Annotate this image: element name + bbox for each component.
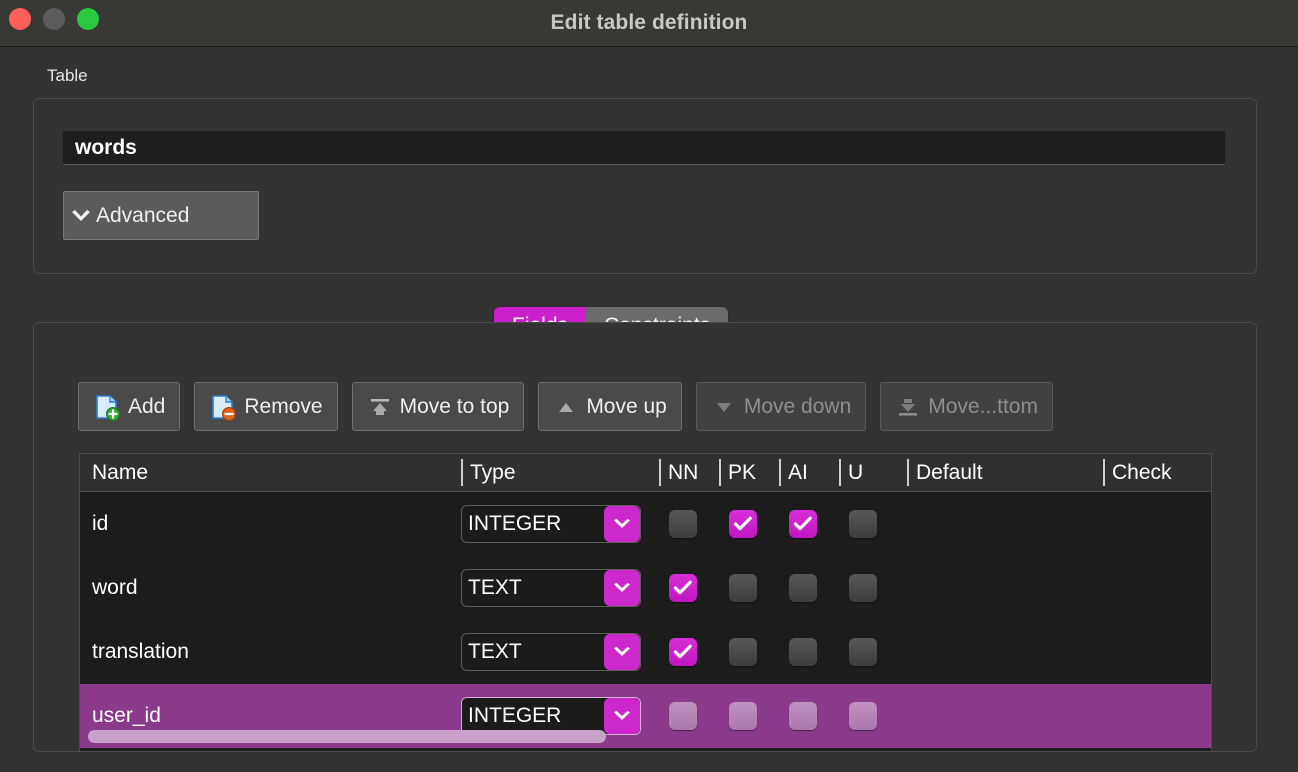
horizontal-scrollbar[interactable] — [88, 730, 606, 743]
field-pk-cell[interactable] — [719, 702, 779, 730]
column-divider — [659, 459, 661, 486]
type-combobox[interactable]: TEXT — [461, 569, 641, 607]
field-pk-cell[interactable] — [719, 574, 779, 602]
move-to-bottom-button[interactable]: Move...ttom — [880, 382, 1053, 431]
move-to-top-label: Move to top — [399, 394, 510, 418]
document-add-icon — [93, 393, 121, 421]
column-divider — [719, 459, 721, 486]
move-down-label: Move down — [743, 394, 852, 418]
move-up-label: Move up — [586, 394, 667, 418]
column-header-default[interactable]: Default — [907, 454, 1103, 491]
nn-checkbox[interactable] — [669, 510, 697, 538]
ai-checkbox[interactable] — [789, 574, 817, 602]
table-group-label: Table — [47, 66, 88, 85]
fields-table: Name Type NN PK AI U Default Check id IN… — [79, 453, 1212, 752]
column-header-type[interactable]: Type — [461, 454, 659, 491]
move-to-top-button[interactable]: Move to top — [351, 382, 525, 431]
field-name-cell[interactable]: id — [80, 512, 461, 536]
pk-checkbox[interactable] — [729, 510, 757, 538]
fields-toolbar: Add Remove Move to top Move up Move down… — [78, 382, 1053, 431]
field-u-cell[interactable] — [839, 638, 907, 666]
field-pk-cell[interactable] — [719, 510, 779, 538]
nn-checkbox[interactable] — [669, 574, 697, 602]
move-down-button[interactable]: Move down — [695, 382, 867, 431]
u-checkbox[interactable] — [849, 574, 877, 602]
ai-checkbox[interactable] — [789, 638, 817, 666]
fields-group-box: Add Remove Move to top Move up Move down… — [33, 322, 1257, 752]
table-name-input[interactable] — [63, 131, 1225, 165]
type-combobox[interactable]: INTEGER — [461, 505, 641, 543]
remove-field-label: Remove — [244, 394, 323, 418]
field-nn-cell[interactable] — [659, 510, 719, 538]
field-nn-cell[interactable] — [659, 574, 719, 602]
window-titlebar: Edit table definition — [0, 0, 1298, 47]
move-up-icon — [553, 396, 579, 418]
column-divider — [839, 459, 841, 486]
advanced-toggle-button[interactable]: Advanced — [63, 191, 259, 240]
field-type-cell[interactable]: TEXT — [461, 569, 659, 607]
table-row[interactable]: translation TEXT — [80, 620, 1211, 684]
field-ai-cell[interactable] — [779, 510, 839, 538]
column-header-check[interactable]: Check — [1103, 454, 1208, 491]
column-divider — [1103, 459, 1105, 486]
table-row[interactable]: id INTEGER — [80, 492, 1211, 556]
field-u-cell[interactable] — [839, 702, 907, 730]
move-up-button[interactable]: Move up — [538, 382, 682, 431]
column-divider — [779, 459, 781, 486]
u-checkbox[interactable] — [849, 638, 877, 666]
ai-checkbox[interactable] — [789, 702, 817, 730]
pk-checkbox[interactable] — [729, 574, 757, 602]
u-checkbox[interactable] — [849, 702, 877, 730]
document-remove-icon — [209, 393, 237, 421]
field-name-cell[interactable]: translation — [80, 640, 461, 664]
field-ai-cell[interactable] — [779, 574, 839, 602]
field-ai-cell[interactable] — [779, 702, 839, 730]
chevron-down-icon[interactable] — [604, 506, 640, 542]
pk-checkbox[interactable] — [729, 702, 757, 730]
field-nn-cell[interactable] — [659, 702, 719, 730]
column-header-name[interactable]: Name — [80, 454, 461, 491]
column-header-u[interactable]: U — [839, 454, 907, 491]
field-u-cell[interactable] — [839, 574, 907, 602]
column-header-nn[interactable]: NN — [659, 454, 719, 491]
nn-checkbox[interactable] — [669, 702, 697, 730]
field-name-cell[interactable]: word — [80, 576, 461, 600]
column-divider — [907, 459, 909, 486]
move-down-icon — [711, 396, 737, 418]
field-nn-cell[interactable] — [659, 638, 719, 666]
ai-checkbox[interactable] — [789, 510, 817, 538]
column-header-pk[interactable]: PK — [719, 454, 779, 491]
chevron-down-icon — [70, 208, 92, 224]
chevron-down-icon[interactable] — [604, 570, 640, 606]
field-type-cell[interactable]: TEXT — [461, 633, 659, 671]
window-title: Edit table definition — [550, 11, 748, 34]
column-divider — [461, 459, 463, 486]
nn-checkbox[interactable] — [669, 638, 697, 666]
field-type-cell[interactable]: INTEGER — [461, 505, 659, 543]
remove-field-button[interactable]: Remove — [194, 382, 338, 431]
add-field-button[interactable]: Add — [78, 382, 181, 431]
table-row[interactable]: user_id INTEGER — [80, 684, 1211, 748]
move-to-top-icon — [367, 396, 393, 418]
column-header-ai[interactable]: AI — [779, 454, 839, 491]
table-group-box: Advanced — [33, 98, 1257, 274]
fields-table-header: Name Type NN PK AI U Default Check — [80, 454, 1211, 492]
type-combobox[interactable]: TEXT — [461, 633, 641, 671]
field-name-cell[interactable]: user_id — [80, 704, 606, 743]
move-to-bottom-icon — [895, 396, 921, 418]
pk-checkbox[interactable] — [729, 638, 757, 666]
table-row[interactable]: word TEXT — [80, 556, 1211, 620]
field-u-cell[interactable] — [839, 510, 907, 538]
advanced-label: Advanced — [96, 203, 190, 227]
chevron-down-icon[interactable] — [604, 698, 640, 734]
field-pk-cell[interactable] — [719, 638, 779, 666]
field-ai-cell[interactable] — [779, 638, 839, 666]
chevron-down-icon[interactable] — [604, 634, 640, 670]
add-field-label: Add — [128, 394, 166, 418]
move-to-bottom-label: Move...ttom — [928, 394, 1038, 418]
u-checkbox[interactable] — [849, 510, 877, 538]
